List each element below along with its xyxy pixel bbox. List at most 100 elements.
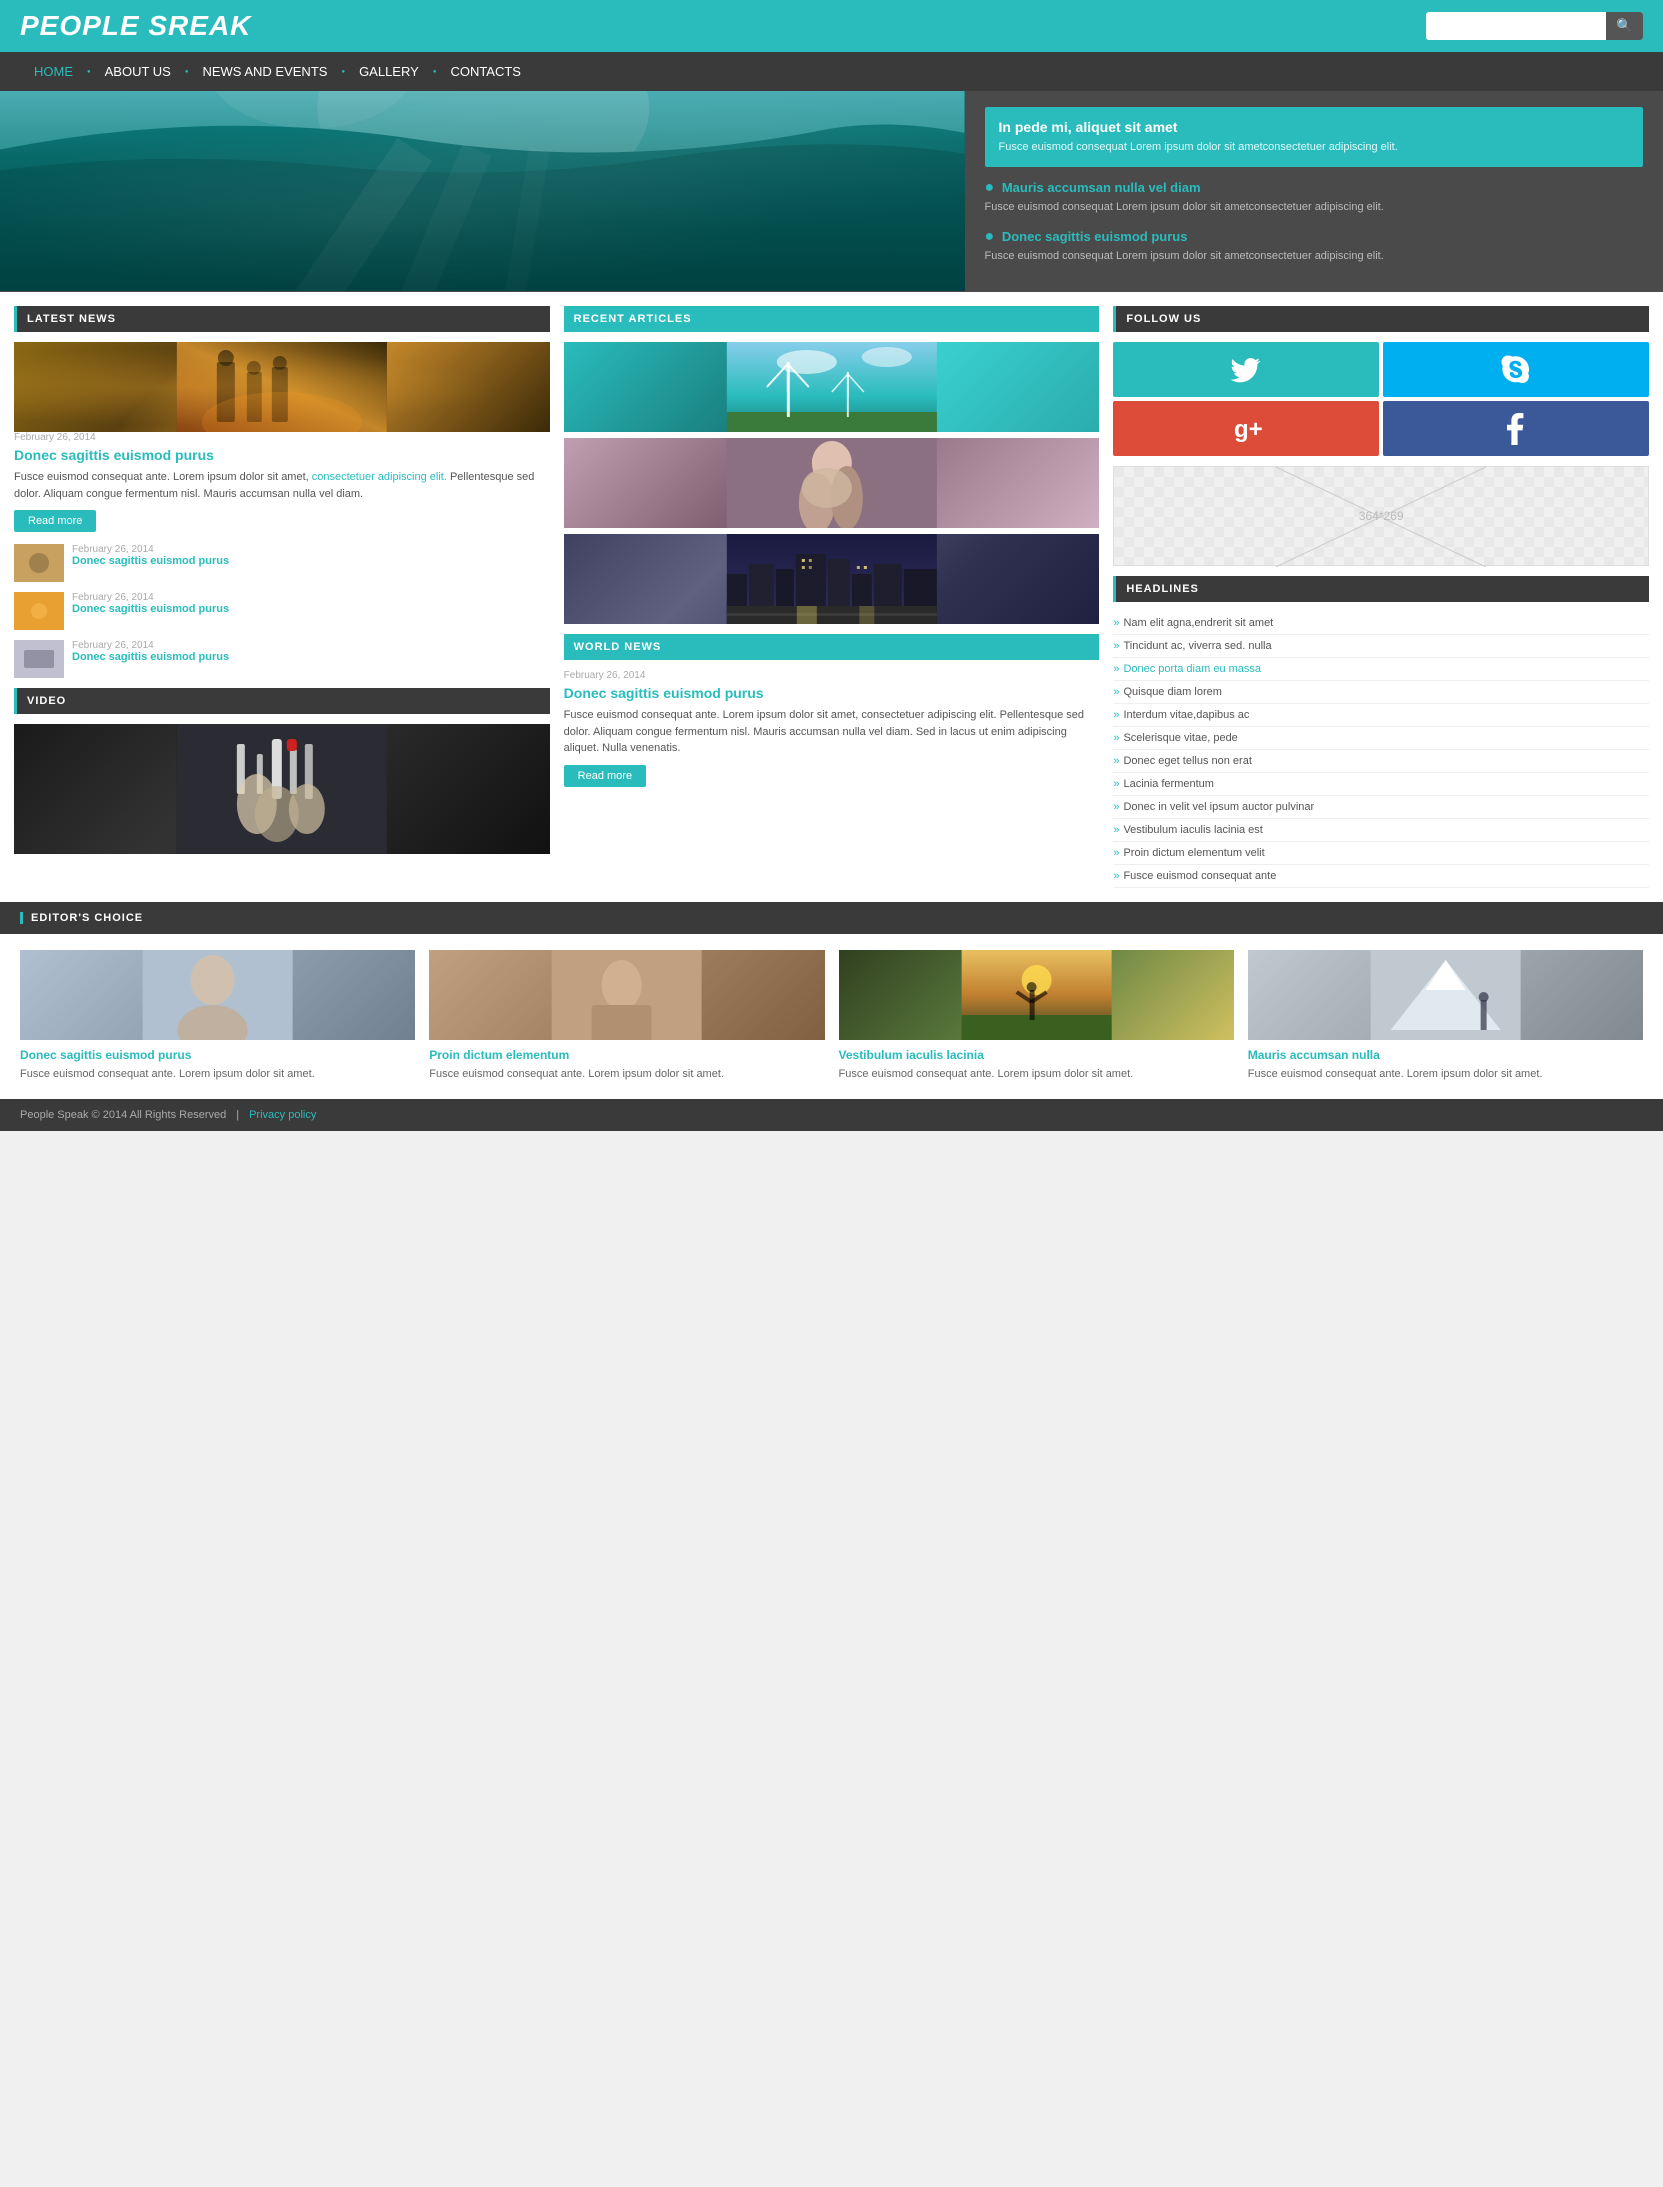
editor-card-3-title: Vestibulum iaculis lacinia <box>839 1048 1234 1062</box>
headline-4[interactable]: Quisque diam lorem <box>1113 681 1649 704</box>
small-news-3-info: February 26, 2014 Donec sagittis euismod… <box>72 640 229 663</box>
hero-bullet-2: ● <box>985 228 995 245</box>
world-news-read-more[interactable]: Read more <box>564 765 646 787</box>
hero-sidebar: In pede mi, aliquet sit amet Fusce euism… <box>965 91 1663 292</box>
search-button[interactable]: 🔍 <box>1606 12 1643 40</box>
video-header: VIDEO <box>14 688 550 714</box>
small-news-3-title[interactable]: Donec sagittis euismod purus <box>72 651 229 663</box>
nav-home[interactable]: HOME <box>20 52 87 91</box>
small-news-1-date: February 26, 2014 <box>72 544 229 555</box>
headline-12[interactable]: Fusce euismod consequat ante <box>1113 865 1649 888</box>
follow-us-header: FOLLOW US <box>1113 306 1649 332</box>
svg-text:g+: g+ <box>1234 416 1262 443</box>
editor-card-1-title: Donec sagittis euismod purus <box>20 1048 415 1062</box>
latest-news-header: LATEST NEWS <box>14 306 550 332</box>
editor-card-2-title: Proin dictum elementum <box>429 1048 824 1062</box>
small-news-3: February 26, 2014 Donec sagittis euismod… <box>14 640 550 678</box>
editor-card-1-image <box>20 950 415 1040</box>
headline-10[interactable]: Vestibulum iaculis lacinia est <box>1113 819 1649 842</box>
editor-card-2-text: Fusce euismod consequat ante. Lorem ipsu… <box>429 1067 824 1082</box>
small-news-1-title[interactable]: Donec sagittis euismod purus <box>72 555 229 567</box>
headline-3-link[interactable]: Donec porta diam eu massa <box>1123 663 1261 675</box>
video-section: VIDEO <box>14 688 550 854</box>
hero-bullet-1: ● <box>985 179 995 196</box>
privacy-link[interactable]: Privacy policy <box>249 1109 316 1121</box>
small-news-2-image <box>14 592 64 630</box>
hero-item-2-text: Fusce euismod consequat Lorem ipsum dolo… <box>985 249 1643 264</box>
headline-9[interactable]: Donec in velit vel ipsum auctor pulvinar <box>1113 796 1649 819</box>
headline-7-link[interactable]: Donec eget tellus non erat <box>1123 755 1251 767</box>
small-news-2-info: February 26, 2014 Donec sagittis euismod… <box>72 592 229 615</box>
headline-11-link[interactable]: Proin dictum elementum velit <box>1123 847 1264 859</box>
editor-card-4-title: Mauris accumsan nulla <box>1248 1048 1643 1062</box>
ad-size-label: 364*269 <box>1359 509 1404 523</box>
editor-card-3: Vestibulum iaculis lacinia Fusce euismod… <box>839 950 1234 1082</box>
hero-item-1-title: Mauris accumsan nulla vel diam <box>1002 180 1201 195</box>
news-text-link[interactable]: consectetuer adipiscing elit. <box>312 471 447 483</box>
small-news-1-info: February 26, 2014 Donec sagittis euismod… <box>72 544 229 567</box>
world-news-header: WORLD NEWS <box>564 634 1100 660</box>
header: PEOPLE SREAK 🔍 <box>0 0 1663 52</box>
headline-8[interactable]: Lacinia fermentum <box>1113 773 1649 796</box>
headline-4-link[interactable]: Quisque diam lorem <box>1123 686 1221 698</box>
editors-choice-label: EDITOR'S CHOICE <box>20 912 143 924</box>
headline-1[interactable]: Nam elit agna,endrerit sit amet <box>1113 612 1649 635</box>
main-news-title: Donec sagittis euismod purus <box>14 447 550 463</box>
headline-5-link[interactable]: Interdum vitae,dapibus ac <box>1123 709 1249 721</box>
facebook-button[interactable] <box>1383 401 1649 456</box>
twitter-button[interactable] <box>1113 342 1379 397</box>
hero-item-2-title: Donec sagittis euismod purus <box>1002 229 1188 244</box>
footer: People Speak © 2014 All Rights Reserved … <box>0 1099 1663 1131</box>
headline-2-link[interactable]: Tincidunt ac, viverra sed. nulla <box>1123 640 1271 652</box>
headline-11[interactable]: Proin dictum elementum velit <box>1113 842 1649 865</box>
headline-6[interactable]: Scelerisque vitae, pede <box>1113 727 1649 750</box>
main-news-date: February 26, 2014 <box>14 432 550 443</box>
hero-item-1: ● Mauris accumsan nulla vel diam Fusce e… <box>985 179 1643 215</box>
headlines-header: HEADLINES <box>1113 576 1649 602</box>
hero-highlight: In pede mi, aliquet sit amet Fusce euism… <box>985 107 1643 167</box>
small-news-3-image <box>14 640 64 678</box>
headline-5[interactable]: Interdum vitae,dapibus ac <box>1113 704 1649 727</box>
search-box: 🔍 <box>1426 12 1643 40</box>
headline-12-link[interactable]: Fusce euismod consequat ante <box>1123 870 1276 882</box>
headline-9-link[interactable]: Donec in velit vel ipsum auctor pulvinar <box>1123 801 1314 813</box>
headline-2[interactable]: Tincidunt ac, viverra sed. nulla <box>1113 635 1649 658</box>
editor-card-4: Mauris accumsan nulla Fusce euismod cons… <box>1248 950 1643 1082</box>
headline-10-link[interactable]: Vestibulum iaculis lacinia est <box>1123 824 1262 836</box>
mid-column: RECENT ARTICLES <box>564 306 1100 888</box>
google-plus-button[interactable]: g+ <box>1113 401 1379 456</box>
hero-section: In pede mi, aliquet sit amet Fusce euism… <box>0 91 1663 292</box>
hero-highlight-text: Fusce euismod consequat Lorem ipsum dolo… <box>999 140 1629 155</box>
video-image <box>14 724 550 854</box>
editor-card-3-image <box>839 950 1234 1040</box>
small-news-1: February 26, 2014 Donec sagittis euismod… <box>14 544 550 582</box>
small-news-1-image <box>14 544 64 582</box>
small-news-2-title[interactable]: Donec sagittis euismod purus <box>72 603 229 615</box>
editor-card-3-text: Fusce euismod consequat ante. Lorem ipsu… <box>839 1067 1234 1082</box>
advertisement: 364*269 <box>1113 466 1649 566</box>
headline-8-link[interactable]: Lacinia fermentum <box>1123 778 1214 790</box>
nav-news[interactable]: NEWS AND EVENTS <box>188 52 341 91</box>
editors-grid: Donec sagittis euismod purus Fusce euism… <box>0 934 1663 1098</box>
article-image-2 <box>564 438 1100 528</box>
site-logo: PEOPLE SREAK <box>20 10 251 42</box>
nav-gallery[interactable]: GALLERY <box>345 52 433 91</box>
nav-contacts[interactable]: CONTACTS <box>436 52 535 91</box>
headline-7[interactable]: Donec eget tellus non erat <box>1113 750 1649 773</box>
headline-1-link[interactable]: Nam elit agna,endrerit sit amet <box>1123 617 1273 629</box>
skype-button[interactable] <box>1383 342 1649 397</box>
recent-articles-header: RECENT ARTICLES <box>564 306 1100 332</box>
nav-about[interactable]: ABOUT US <box>91 52 185 91</box>
editor-card-4-image <box>1248 950 1643 1040</box>
hero-highlight-title: In pede mi, aliquet sit amet <box>999 119 1629 135</box>
editors-choice-bar: EDITOR'S CHOICE <box>0 902 1663 934</box>
headline-3[interactable]: Donec porta diam eu massa <box>1113 658 1649 681</box>
headline-6-link[interactable]: Scelerisque vitae, pede <box>1123 732 1237 744</box>
footer-divider: | <box>236 1109 239 1121</box>
headlines-list: Nam elit agna,endrerit sit amet Tincidun… <box>1113 612 1649 888</box>
hero-image <box>0 91 965 292</box>
article-image-1 <box>564 342 1100 432</box>
editor-card-2: Proin dictum elementum Fusce euismod con… <box>429 950 824 1082</box>
search-input[interactable] <box>1426 13 1606 40</box>
main-news-read-more[interactable]: Read more <box>14 510 96 532</box>
